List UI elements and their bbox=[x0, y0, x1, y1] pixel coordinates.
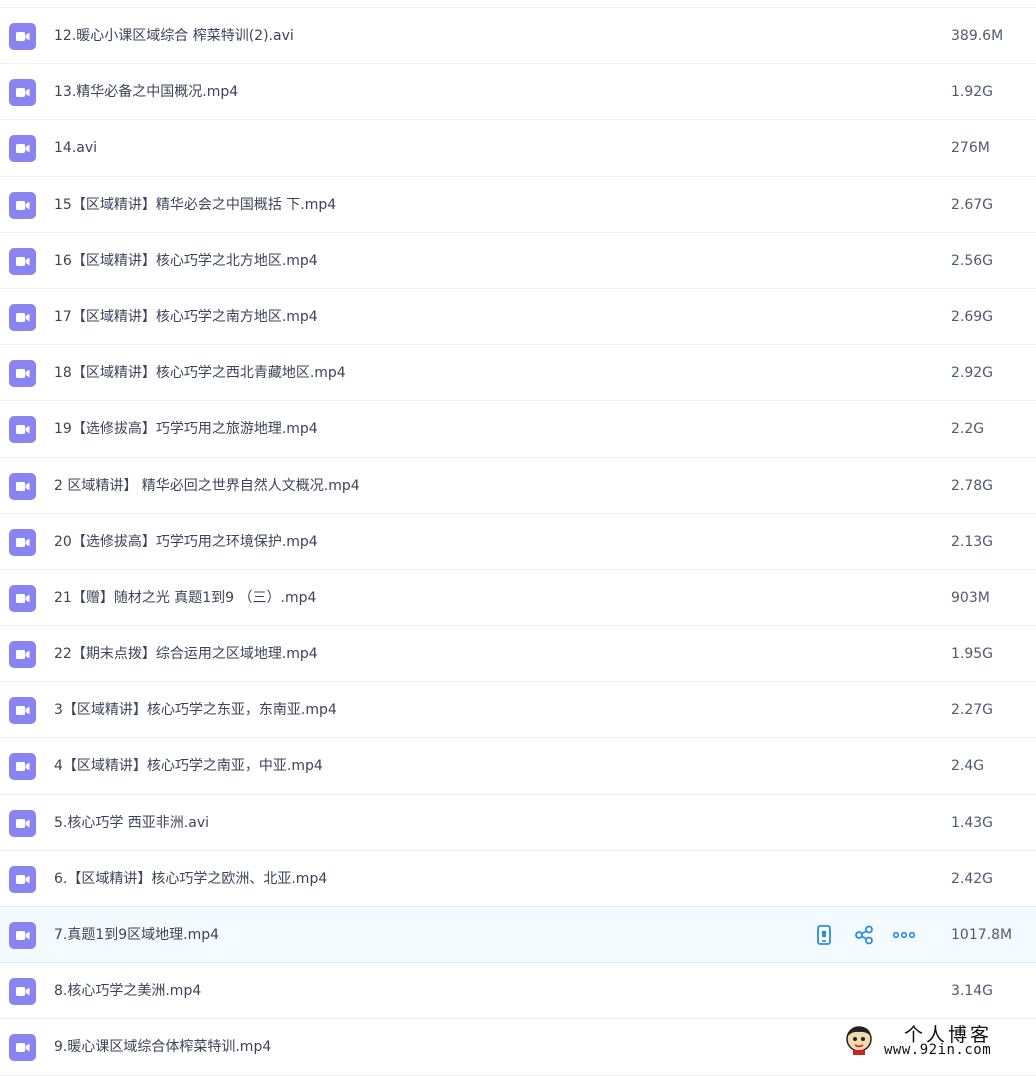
watermark: 个人博客 www.92in.com bbox=[842, 1022, 1036, 1062]
file-name[interactable]: 17【区域精讲】核心巧学之南方地区.mp4 bbox=[54, 289, 318, 345]
mobile-view-button[interactable] bbox=[812, 923, 836, 947]
file-row-12[interactable]: 22【期末点拨】综合运用之区域地理.mp4 1.95G bbox=[0, 626, 1036, 683]
watermark-url: www.92in.com bbox=[884, 1042, 992, 1058]
file-row-8[interactable]: 19【选修拔高】巧学巧用之旅游地理.mp4 2.2G bbox=[0, 401, 1036, 458]
file-size: 2.4G bbox=[951, 758, 985, 775]
file-size: 2.27G bbox=[951, 702, 994, 719]
file-row-17[interactable]: 7.真题1到9区域地理.mp4 1017.8M bbox=[0, 906, 1036, 964]
video-file-icon bbox=[9, 641, 36, 669]
file-name[interactable]: 12.暖心小课区域综合 榨菜特训(2).avi bbox=[54, 8, 294, 64]
share-button[interactable] bbox=[852, 923, 876, 947]
file-name[interactable]: 18【区域精讲】核心巧学之西北青藏地区.mp4 bbox=[54, 345, 346, 401]
file-size: 2.92G bbox=[951, 365, 994, 382]
video-file-icon bbox=[9, 247, 36, 275]
video-file-icon bbox=[9, 1034, 36, 1062]
file-name[interactable]: 6.【区域精讲】核心巧学之欧洲、北亚.mp4 bbox=[54, 851, 327, 907]
file-name[interactable]: 5.核心巧学 西亚非洲.avi bbox=[54, 795, 209, 851]
file-name[interactable]: 20【选修拔高】巧学巧用之环境保护.mp4 bbox=[54, 514, 318, 570]
video-file-icon bbox=[9, 303, 36, 331]
file-name[interactable]: 21【赠】随材之光 真题1到9 （三）.mp4 bbox=[54, 570, 316, 626]
video-file-icon bbox=[9, 697, 36, 725]
file-name[interactable]: 2 区域精讲】 精华必回之世界自然人文概况.mp4 bbox=[54, 458, 360, 514]
video-file-icon bbox=[9, 472, 36, 500]
file-name[interactable]: 19【选修拔高】巧学巧用之旅游地理.mp4 bbox=[54, 401, 318, 457]
file-name[interactable]: 14.avi bbox=[54, 120, 97, 176]
file-row-4[interactable]: 15【区域精讲】精华必会之中国概括 下.mp4 2.67G bbox=[0, 177, 1036, 233]
file-name[interactable]: 7.真题1到9区域地理.mp4 bbox=[54, 907, 219, 963]
file-row-13[interactable]: 3【区域精讲】核心巧学之东亚，东南亚.mp4 2.27G bbox=[0, 682, 1036, 739]
file-size: 1.43G bbox=[951, 814, 994, 831]
more-options-button[interactable] bbox=[892, 923, 916, 947]
file-row-15[interactable]: 5.核心巧学 西亚非洲.avi 1.43G bbox=[0, 795, 1036, 851]
row-actions bbox=[812, 923, 932, 947]
file-size: 1017.8M bbox=[951, 927, 1013, 943]
file-row-9[interactable]: 2 区域精讲】 精华必回之世界自然人文概况.mp4 2.78G bbox=[0, 458, 1036, 514]
file-name[interactable]: 13.精华必备之中国概况.mp4 bbox=[54, 64, 238, 120]
file-size: 1.95G bbox=[951, 646, 994, 663]
file-size: 3.14G bbox=[951, 983, 994, 1000]
video-file-icon bbox=[9, 79, 36, 107]
file-row-18[interactable]: 8.核心巧学之美洲.mp4 3.14G bbox=[0, 963, 1036, 1020]
file-name[interactable]: 22【期末点拨】综合运用之区域地理.mp4 bbox=[54, 626, 318, 682]
file-row-3[interactable]: 14.avi 276M bbox=[0, 120, 1036, 177]
file-size: 389.6M bbox=[951, 28, 1004, 44]
video-file-icon bbox=[9, 865, 36, 893]
file-size: 2.56G bbox=[951, 252, 994, 269]
file-size: 2.13G bbox=[951, 533, 994, 550]
file-name[interactable]: 16【区域精讲】核心巧学之北方地区.mp4 bbox=[54, 233, 318, 289]
file-size: 2.69G bbox=[951, 308, 994, 325]
video-file-icon bbox=[9, 753, 36, 781]
video-file-icon bbox=[9, 809, 36, 837]
file-name[interactable]: 8.核心巧学之美洲.mp4 bbox=[54, 963, 201, 1019]
file-size: 2.2G bbox=[951, 421, 985, 438]
video-file-icon bbox=[9, 584, 36, 612]
video-file-icon bbox=[9, 978, 36, 1006]
file-row-5[interactable]: 16【区域精讲】核心巧学之北方地区.mp4 2.56G bbox=[0, 233, 1036, 289]
file-row-11[interactable]: 21【赠】随材之光 真题1到9 （三）.mp4 903M bbox=[0, 570, 1036, 627]
video-file-icon bbox=[9, 528, 36, 556]
file-row-2[interactable]: 13.精华必备之中国概况.mp4 1.92G bbox=[0, 64, 1036, 121]
video-file-icon bbox=[9, 23, 36, 50]
file-row-10[interactable]: 20【选修拔高】巧学巧用之环境保护.mp4 2.13G bbox=[0, 514, 1036, 570]
file-name[interactable]: 15【区域精讲】精华必会之中国概括 下.mp4 bbox=[54, 177, 336, 233]
share-icon bbox=[855, 925, 873, 945]
file-row-1[interactable]: 12.暖心小课区域综合 榨菜特训(2).avi 389.6M bbox=[0, 8, 1036, 65]
video-file-icon bbox=[9, 191, 36, 219]
file-size: 2.78G bbox=[951, 477, 994, 494]
file-name[interactable]: 3【区域精讲】核心巧学之东亚，东南亚.mp4 bbox=[54, 682, 337, 738]
mascot-logo-icon bbox=[846, 1026, 872, 1055]
file-row-16[interactable]: 6.【区域精讲】核心巧学之欧洲、北亚.mp4 2.42G bbox=[0, 851, 1036, 907]
file-name[interactable]: 4【区域精讲】核心巧学之南亚，中亚.mp4 bbox=[54, 738, 323, 794]
file-row-14[interactable]: 4【区域精讲】核心巧学之南亚，中亚.mp4 2.4G bbox=[0, 738, 1036, 795]
file-size: 276M bbox=[951, 140, 990, 157]
video-file-icon bbox=[9, 360, 36, 388]
video-file-icon bbox=[9, 135, 36, 163]
mobile-view-icon bbox=[817, 925, 831, 945]
video-file-icon bbox=[9, 416, 36, 444]
file-name[interactable]: 9.暖心课区域综合体榨菜特训.mp4 bbox=[54, 1019, 271, 1075]
file-size: 1.92G bbox=[951, 84, 994, 101]
file-size: 2.67G bbox=[951, 196, 994, 213]
file-list: 12.暖心小课区域综合 榨菜特训(2).avi 389.6M 13.精华必备之中… bbox=[0, 8, 1036, 1076]
file-row-7[interactable]: 18【区域精讲】核心巧学之西北青藏地区.mp4 2.92G bbox=[0, 345, 1036, 402]
file-size: 903M bbox=[951, 589, 990, 606]
video-file-icon bbox=[9, 922, 36, 949]
file-size: 2.42G bbox=[951, 870, 994, 887]
file-row-6[interactable]: 17【区域精讲】核心巧学之南方地区.mp4 2.69G bbox=[0, 289, 1036, 346]
more-options-icon bbox=[893, 931, 915, 939]
